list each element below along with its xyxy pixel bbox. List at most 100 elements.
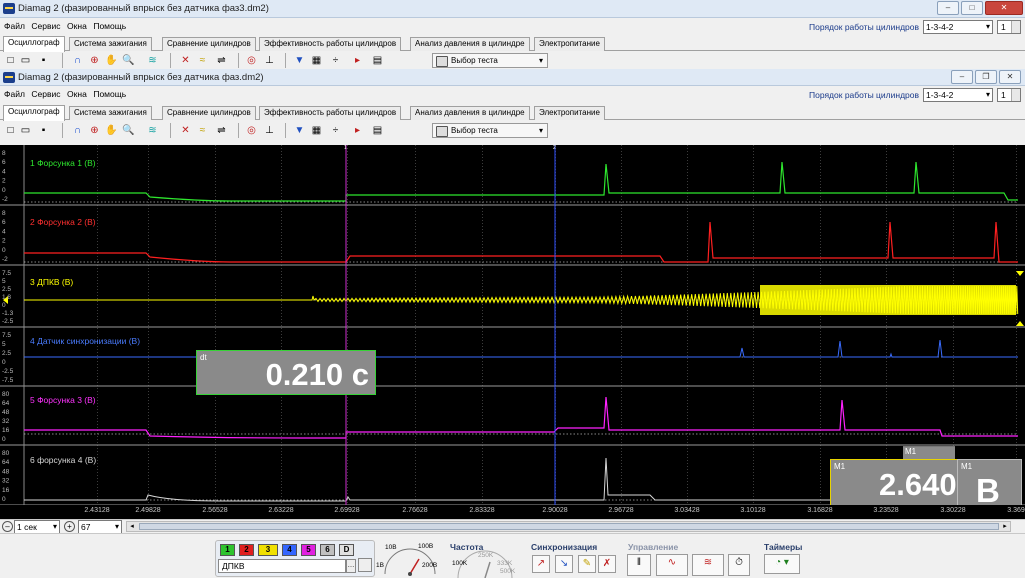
hand-icon[interactable]: ✋	[104, 53, 119, 68]
menu-windows[interactable]: Окна	[67, 86, 87, 102]
close-button[interactable]: ✕	[985, 1, 1023, 15]
tab-oscilloscope[interactable]: Осциллограф	[3, 105, 65, 121]
zoom-icon[interactable]: 🔍	[121, 123, 136, 138]
marker-icon[interactable]: ▸	[350, 123, 365, 138]
minimize-button[interactable]: –	[951, 70, 973, 84]
channel-button-2[interactable]: 2	[239, 544, 254, 556]
sync-off-icon[interactable]: ✗	[598, 555, 616, 573]
scrollbar-thumb[interactable]	[139, 523, 999, 530]
zoom-fit-icon[interactable]: ⊕	[87, 53, 102, 68]
channel-name-field[interactable]: ДПКВ	[218, 559, 346, 573]
note-icon[interactable]: ▤	[370, 53, 385, 68]
open-icon[interactable]: ▭	[18, 123, 33, 138]
zoom-in-icon[interactable]: +	[64, 521, 75, 532]
channel-3-top-marker[interactable]	[1016, 271, 1024, 276]
channel-button-6[interactable]: 6	[320, 544, 335, 556]
grid-icon[interactable]: ▦	[309, 53, 324, 68]
trigger-icon[interactable]: ▼	[292, 123, 307, 138]
single-wave-icon[interactable]: ∿	[656, 554, 688, 576]
filter-icon[interactable]: ≋	[145, 53, 160, 68]
divider-icon[interactable]: ÷	[328, 123, 343, 138]
channel-button-5[interactable]: 5	[301, 544, 316, 556]
minimize-button[interactable]: –	[937, 1, 959, 15]
tab-cyl-efficiency[interactable]: Эффективность работы цилиндров	[259, 37, 402, 51]
trigger-icon[interactable]: ▼	[292, 53, 307, 68]
expand-icon[interactable]: ✕	[178, 123, 193, 138]
wave-icon[interactable]: ≈	[195, 123, 210, 138]
sync-fall-icon[interactable]: ↘	[555, 555, 573, 573]
compare-icon[interactable]: ⇌	[214, 123, 229, 138]
sync-rise-icon[interactable]: ↗	[532, 555, 550, 573]
cyl-order-select[interactable]: 1-3-4-2	[923, 88, 993, 102]
compare-icon[interactable]: ⇌	[214, 53, 229, 68]
test-select[interactable]: Выбор теста	[432, 123, 548, 138]
horizontal-scrollbar[interactable]: ◂ ▸	[126, 521, 1011, 532]
scroll-right-icon[interactable]: ▸	[1000, 522, 1010, 531]
close-button[interactable]: ✕	[999, 70, 1021, 84]
hand-icon[interactable]: ✋	[104, 123, 119, 138]
channel-more-icon[interactable]: …	[346, 559, 356, 573]
menu-file[interactable]: Файл	[4, 86, 25, 102]
tab-cyl-compare[interactable]: Сравнение цилиндров	[162, 106, 256, 120]
channel-button-4[interactable]: 4	[282, 544, 297, 556]
test-select[interactable]: Выбор теста	[432, 53, 548, 68]
cyl-order-select[interactable]: 1-3-4-2	[923, 20, 993, 34]
note-icon[interactable]: ▤	[370, 123, 385, 138]
tab-cyl-pressure[interactable]: Анализ давления в цилиндре	[410, 37, 530, 51]
continuous-wave-icon[interactable]: ≋	[692, 554, 724, 576]
cursor-icon[interactable]: ∩	[70, 123, 85, 138]
cyl-count-spinner[interactable]: 1	[997, 88, 1021, 102]
tab-power[interactable]: Электропитание	[534, 37, 605, 51]
dt-measurement[interactable]: dt 0.210 с	[196, 350, 376, 395]
grid-icon[interactable]: ▦	[309, 123, 324, 138]
open-icon[interactable]: ▭	[18, 53, 33, 68]
menu-help[interactable]: Помощь	[93, 86, 126, 102]
meter-icon[interactable]: ◎	[244, 123, 259, 138]
zero-icon[interactable]: ⊥	[262, 123, 277, 138]
channel-button-D[interactable]: D	[339, 544, 354, 556]
tab-ignition[interactable]: Система зажигания	[69, 106, 152, 120]
zoom-icon[interactable]: 🔍	[121, 53, 136, 68]
tab-cyl-pressure[interactable]: Анализ давления в цилиндре	[410, 106, 530, 120]
tab-power[interactable]: Электропитание	[534, 106, 605, 120]
channel-3-bottom-marker[interactable]	[1016, 321, 1024, 326]
marker-icon[interactable]: ▸	[350, 53, 365, 68]
sync-auto-icon[interactable]: ✎	[578, 555, 596, 573]
save-icon[interactable]: ▪	[36, 123, 51, 138]
zero-icon[interactable]: ⊥	[262, 53, 277, 68]
timer-clock-icon[interactable]: ⏱	[728, 554, 750, 576]
cursor-icon[interactable]: ∩	[70, 53, 85, 68]
zoom-select[interactable]: 67	[78, 520, 122, 534]
cyl-count-spinner[interactable]: 1	[997, 20, 1021, 34]
tab-cyl-efficiency[interactable]: Эффективность работы цилиндров	[259, 106, 402, 120]
channel-button-3[interactable]: 3	[258, 544, 278, 556]
ch1-tick-1: 6	[2, 159, 6, 166]
zoom-out-icon[interactable]: –	[2, 521, 13, 532]
menu-service[interactable]: Сервис	[31, 18, 60, 34]
tab-ignition[interactable]: Система зажигания	[69, 37, 152, 51]
zoom-fit-icon[interactable]: ⊕	[87, 123, 102, 138]
menu-windows[interactable]: Окна	[67, 18, 87, 34]
meter-icon[interactable]: ◎	[244, 53, 259, 68]
expand-icon[interactable]: ✕	[178, 53, 193, 68]
tab-oscilloscope[interactable]: Осциллограф	[3, 36, 65, 52]
new-icon[interactable]: □	[3, 123, 18, 138]
menu-help[interactable]: Помощь	[93, 18, 126, 34]
restore-button[interactable]: ❐	[975, 70, 997, 84]
timebase-select[interactable]: 1 сек	[14, 520, 60, 534]
save-icon[interactable]: ▪	[36, 53, 51, 68]
m1-measurement[interactable]: M1 2.640	[830, 459, 970, 506]
pause-icon[interactable]: ‖	[627, 554, 651, 576]
menu-file[interactable]: Файл	[4, 18, 25, 34]
timers-dropdown-icon[interactable]: ◔ ▾	[764, 554, 800, 574]
maximize-button[interactable]: □	[961, 1, 983, 15]
wave-icon[interactable]: ≈	[195, 53, 210, 68]
tab-cyl-compare[interactable]: Сравнение цилиндров	[162, 37, 256, 51]
scroll-left-icon[interactable]: ◂	[127, 522, 137, 531]
filter-icon[interactable]: ≋	[145, 123, 160, 138]
channel-button-1[interactable]: 1	[220, 544, 235, 556]
menu-service[interactable]: Сервис	[31, 86, 60, 102]
new-icon[interactable]: □	[3, 53, 18, 68]
divider-icon[interactable]: ÷	[328, 53, 343, 68]
channel-settings-icon[interactable]	[358, 558, 372, 572]
